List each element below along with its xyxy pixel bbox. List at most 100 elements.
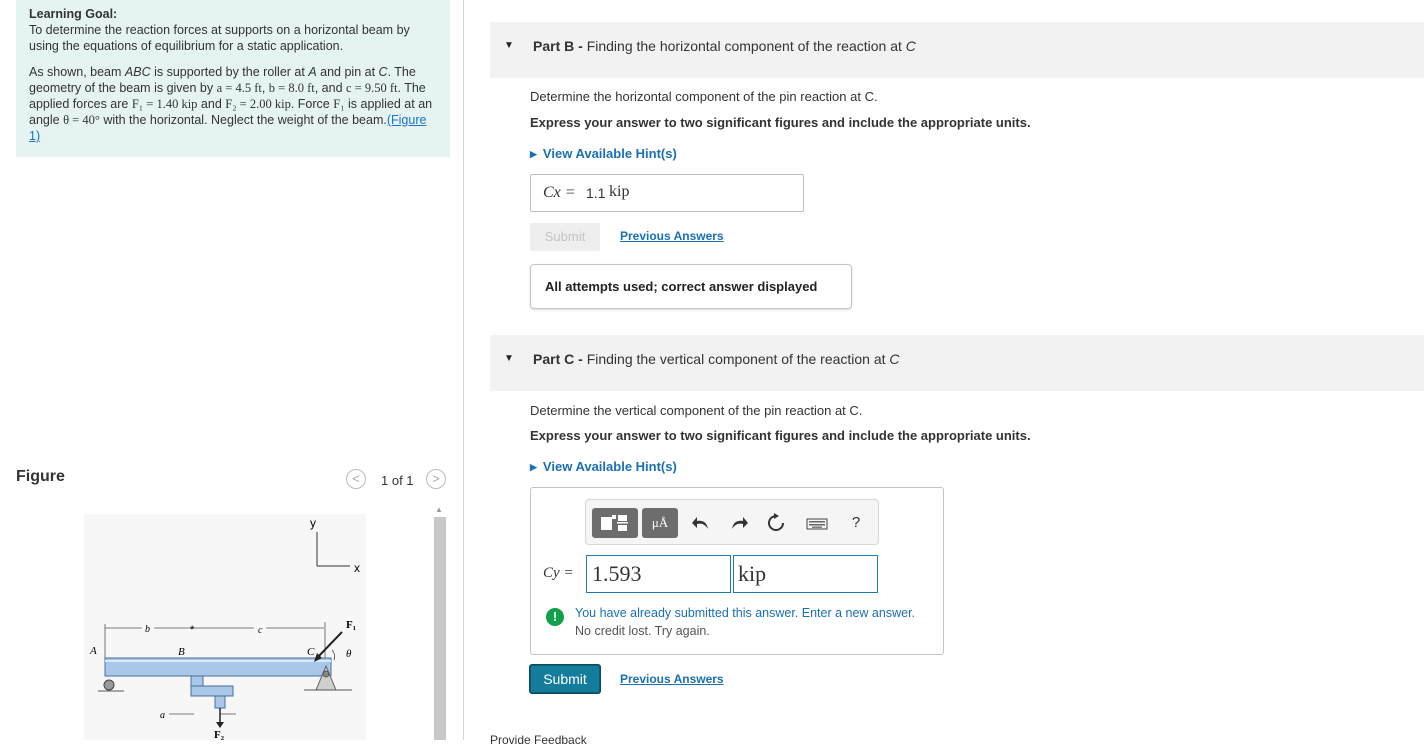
scroll-up-icon[interactable]: ▲ bbox=[435, 505, 443, 514]
angle-arc bbox=[331, 649, 335, 661]
point-label-a: A bbox=[89, 645, 97, 657]
bracket-b-stem bbox=[214, 695, 226, 709]
redo-glyph bbox=[732, 517, 748, 529]
desc-text: As shown, beam bbox=[29, 65, 125, 79]
eq-f1: F₁ = 1.40 kip bbox=[131, 97, 198, 111]
force-label-f1: F₁ bbox=[346, 619, 356, 631]
desc-text: and bbox=[197, 97, 226, 111]
desc-text: is supported by the roller at bbox=[150, 65, 309, 79]
force-f1-arrow bbox=[315, 631, 343, 660]
part-b-title-text: Finding the horizontal component of the … bbox=[586, 38, 906, 54]
part-b-answer-label: Cx = bbox=[543, 184, 576, 201]
point-label-c: C bbox=[307, 646, 315, 658]
bracket-b-arm bbox=[190, 685, 234, 697]
part-b-status-message: All attempts used; correct answer displa… bbox=[530, 264, 852, 309]
part-b-question: Determine the horizontal component of th… bbox=[530, 89, 878, 104]
part-b-hint-label: View Available Hint(s) bbox=[542, 146, 677, 161]
part-c-submit-button[interactable]: Submit bbox=[530, 665, 600, 693]
eq-theta: θ = 40° bbox=[63, 113, 100, 127]
warning-icon: ! bbox=[546, 608, 564, 626]
desc-text: . Force bbox=[290, 97, 334, 111]
eq-a: a = 4.5 ft bbox=[216, 81, 262, 95]
learning-goal-panel: Learning Goal: To determine the reaction… bbox=[16, 0, 450, 157]
figure-title: Figure bbox=[16, 468, 65, 485]
part-c-header[interactable]: ▼ Part C - Finding the vertical componen… bbox=[490, 335, 1424, 391]
roller-support-a bbox=[103, 679, 115, 691]
point-c: C bbox=[378, 65, 388, 79]
part-c-title-text: Finding the vertical component of the re… bbox=[586, 351, 890, 367]
beam-diagram: y x b * c A B C F₁ θ F₂ a bbox=[89, 516, 360, 741]
learning-goal-text: To determine the reaction forces at supp… bbox=[29, 23, 410, 53]
collapse-triangle-icon[interactable]: ▼ bbox=[504, 40, 514, 51]
cy-value-input[interactable]: 1.593 bbox=[586, 555, 731, 593]
part-b-instruction: Express your answer to two significant f… bbox=[530, 115, 1031, 130]
part-b-previous-answers-link[interactable]: Previous Answers bbox=[620, 229, 724, 243]
dim-label-a: a bbox=[160, 710, 165, 721]
f1-name: F₁ bbox=[333, 97, 345, 111]
dim-label-b: b bbox=[145, 624, 150, 635]
next-figure-button[interactable]: > bbox=[426, 469, 446, 489]
dim-mark: * bbox=[190, 624, 195, 636]
panel-divider bbox=[463, 0, 464, 740]
point-label-b: B bbox=[178, 646, 185, 658]
caret-right-icon: ▶ bbox=[530, 149, 537, 159]
math-toolbar: μÅ ? bbox=[585, 499, 879, 545]
part-c-answer-label: Cy = bbox=[543, 565, 574, 581]
part-b-point: C bbox=[905, 38, 916, 54]
force-f2-arrowhead bbox=[216, 722, 224, 728]
angle-label-theta: θ bbox=[346, 648, 352, 660]
part-b-answer-unit: kip bbox=[609, 183, 630, 200]
cy-unit-input[interactable]: kip bbox=[733, 555, 878, 593]
part-b-header[interactable]: ▼ Part B - Finding the horizontal compon… bbox=[490, 22, 1424, 78]
part-b-answer-display: Cx = 1.1 kip bbox=[530, 174, 804, 212]
learning-goal-heading: Learning Goal: bbox=[29, 7, 118, 21]
part-c-answer-box: μÅ ? Cy = 1.593 kip ! You have already s… bbox=[530, 487, 944, 655]
desc-text: with the horizontal. Neglect the weight … bbox=[99, 113, 387, 127]
redo-icon[interactable] bbox=[726, 508, 750, 538]
part-b-hints-link[interactable]: ▶ View Available Hint(s) bbox=[530, 146, 677, 161]
units-icon[interactable]: μÅ bbox=[642, 508, 678, 538]
force-label-f2: F₂ bbox=[214, 729, 225, 740]
desc-text: , and bbox=[314, 81, 347, 95]
templates-glyph bbox=[601, 515, 628, 531]
undo-icon[interactable] bbox=[690, 508, 714, 538]
part-b-title: Part B - Finding the horizontal componen… bbox=[533, 38, 916, 54]
part-c-hints-link[interactable]: ▶ View Available Hint(s) bbox=[530, 459, 677, 474]
desc-text: , bbox=[261, 81, 269, 95]
x-axis-label: x bbox=[354, 561, 360, 575]
part-c-title: Part C - Finding the vertical component … bbox=[533, 351, 900, 367]
part-c-question: Determine the vertical component of the … bbox=[530, 403, 863, 418]
warning-message: You have already submitted this answer. … bbox=[575, 606, 916, 620]
dim-label-c: c bbox=[258, 625, 263, 636]
templates-icon[interactable] bbox=[592, 508, 638, 538]
keyboard-icon[interactable] bbox=[802, 508, 832, 538]
part-c-instruction: Express your answer to two significant f… bbox=[530, 428, 1031, 443]
y-axis-label: y bbox=[310, 516, 316, 530]
part-c-previous-answers-link[interactable]: Previous Answers bbox=[620, 672, 724, 686]
part-b-submit-button: Submit bbox=[530, 223, 600, 251]
scrollbar-thumb[interactable] bbox=[434, 517, 446, 740]
part-c-label: Part C - bbox=[533, 351, 587, 367]
caret-right-icon: ▶ bbox=[530, 462, 537, 472]
problem-description: As shown, beam ABC is supported by the r… bbox=[29, 64, 438, 144]
collapse-triangle-icon[interactable]: ▼ bbox=[504, 353, 514, 364]
desc-text: and pin at bbox=[316, 65, 379, 79]
eq-b: b = 8.0 ft bbox=[268, 81, 315, 95]
provide-feedback-link[interactable]: Provide Feedback bbox=[490, 733, 587, 747]
beam-figure: y x b * c A B C F₁ θ F₂ a bbox=[84, 514, 366, 741]
figure-scrollbar[interactable]: ▲ bbox=[432, 505, 448, 740]
warning-submessage: No credit lost. Try again. bbox=[575, 624, 710, 638]
help-icon[interactable]: ? bbox=[844, 508, 868, 538]
eq-f2: F₂ = 2.00 kip bbox=[225, 97, 291, 111]
pin-c bbox=[322, 670, 330, 678]
part-c-hint-label: View Available Hint(s) bbox=[542, 459, 677, 474]
part-b-label: Part B - bbox=[533, 38, 587, 54]
undo-glyph bbox=[692, 517, 708, 529]
reset-icon[interactable] bbox=[764, 508, 788, 538]
part-b-answer-value: 1.1 bbox=[586, 185, 606, 201]
eq-c: c = 9.50 ft bbox=[346, 81, 398, 95]
figure-counter: 1 of 1 bbox=[381, 473, 414, 488]
part-c-point: C bbox=[889, 351, 900, 367]
previous-figure-button[interactable]: < bbox=[346, 469, 366, 489]
beam-name: ABC bbox=[124, 65, 151, 79]
